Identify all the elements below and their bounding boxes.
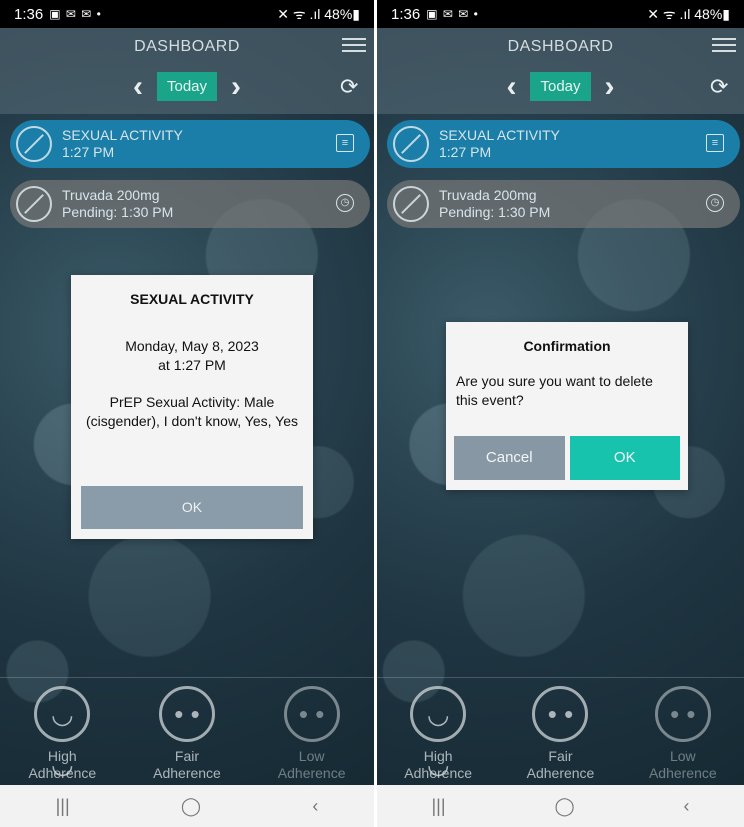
event-info-dialog: SEXUAL ACTIVITY Monday, May 8, 2023 at 1… — [71, 275, 313, 539]
event-title: Truvada 200mg — [62, 187, 160, 203]
status-indicators: ✕ ᯤ .ıl 48%▮ — [647, 5, 730, 22]
ok-button[interactable]: OK — [81, 486, 303, 529]
sad-face-icon: • • — [283, 686, 340, 742]
chevron-right-icon[interactable]: › — [225, 71, 247, 101]
event-item-truvada[interactable]: Truvada 200mg Pending: 1:30 PM ◷ — [387, 180, 740, 228]
notification-icons: ▣ ✉ ✉ • — [426, 7, 479, 21]
adherence-high[interactable]: ◡ ◡ High Adherence — [388, 686, 488, 785]
adherence-low[interactable]: • • Low Adherence — [633, 686, 733, 785]
screenshots: 1:36 ▣ ✉ ✉ • ✕ ᯤ .ıl 48%▮ DASHBOARD ‹ To… — [0, 0, 744, 827]
note-icon[interactable]: ≡ — [336, 134, 354, 152]
home-icon[interactable]: ◯ — [554, 796, 574, 817]
status-bar: 1:36 ▣ ✉ ✉ • ✕ ᯤ .ıl 48%▮ — [377, 0, 744, 28]
adherence-label: Adherence — [404, 765, 473, 781]
clock-icon[interactable]: ◷ — [706, 194, 724, 212]
adherence-label: Adherence — [28, 765, 97, 781]
today-button[interactable]: Today — [156, 72, 218, 101]
pill-icon — [16, 186, 52, 222]
prohibit-icon — [393, 126, 429, 162]
dialog-message: Are you sure you want to delete this eve… — [456, 373, 653, 408]
event-title: SEXUAL ACTIVITY — [62, 127, 183, 143]
adherence-fair[interactable]: • • Fair Adherence — [510, 686, 610, 785]
neutral-face-icon: • • — [158, 686, 215, 742]
chevron-left-icon[interactable]: ‹ — [127, 71, 149, 101]
clock-icon[interactable]: ◷ — [336, 194, 354, 212]
adherence-label: Low — [298, 748, 325, 764]
recents-icon[interactable]: ||| — [431, 796, 445, 817]
dialog-time: at 1:27 PM — [158, 357, 226, 373]
adherence-label: High — [47, 748, 77, 764]
event-title: SEXUAL ACTIVITY — [439, 127, 560, 143]
dialog-title: SEXUAL ACTIVITY — [130, 291, 254, 307]
date-nav: ‹ Today › — [0, 71, 374, 101]
page-title: DASHBOARD — [134, 38, 240, 55]
today-button[interactable]: Today — [530, 72, 591, 101]
pill-icon — [393, 186, 429, 222]
refresh-icon[interactable]: ⟳ — [710, 76, 732, 98]
recents-icon[interactable]: ||| — [56, 796, 70, 817]
status-time: 1:36 — [14, 5, 44, 23]
hamburger-menu-icon[interactable] — [342, 34, 366, 56]
back-icon[interactable]: ‹ — [684, 796, 690, 817]
adherence-label: Adherence — [526, 765, 595, 781]
chevron-left-icon[interactable]: ‹ — [500, 71, 522, 101]
adherence-footer: ◡ ◡ High Adherence • • Fair Adherence • … — [377, 677, 744, 785]
event-subtitle: Pending: 1:30 PM — [62, 204, 174, 220]
status-time: 1:36 — [391, 5, 421, 23]
adherence-high[interactable]: ◡ ◡ High Adherence — [12, 686, 112, 785]
adherence-footer: ◡ ◡ High Adherence • • Fair Adherence • … — [0, 677, 374, 785]
adherence-fair[interactable]: • • Fair Adherence — [137, 686, 237, 785]
screen-confirm: 1:36 ▣ ✉ ✉ • ✕ ᯤ .ıl 48%▮ DASHBOARD ‹ To… — [374, 0, 744, 827]
chevron-right-icon[interactable]: › — [599, 71, 621, 101]
event-subtitle: 1:27 PM — [62, 144, 115, 160]
home-icon[interactable]: ◯ — [181, 796, 201, 817]
dialog-title: Confirmation — [523, 338, 611, 354]
note-icon[interactable]: ≡ — [706, 134, 724, 152]
event-item-sexual-activity[interactable]: SEXUAL ACTIVITY 1:27 PM ≡ — [387, 120, 740, 168]
cancel-button[interactable]: Cancel — [454, 436, 565, 480]
system-nav-bar: ||| ◯ ‹ — [377, 785, 744, 827]
adherence-label: Fair — [174, 748, 200, 764]
adherence-label: Adherence — [153, 765, 221, 781]
dialog-detail: PrEP Sexual Activity: Male (cisgender), … — [85, 394, 299, 429]
ok-button[interactable]: OK — [569, 436, 680, 480]
adherence-label: Adherence — [277, 765, 346, 781]
page-title: DASHBOARD — [507, 38, 614, 55]
event-subtitle: Pending: 1:30 PM — [439, 204, 551, 220]
system-nav-bar: ||| ◯ ‹ — [0, 785, 374, 827]
sad-face-icon: • • — [654, 686, 711, 742]
screen-info: 1:36 ▣ ✉ ✉ • ✕ ᯤ .ıl 48%▮ DASHBOARD ‹ To… — [0, 0, 374, 827]
event-title: Truvada 200mg — [439, 187, 537, 203]
adherence-label: Low — [669, 748, 696, 764]
prohibit-icon — [16, 126, 52, 162]
adherence-label: Fair — [548, 748, 573, 764]
confirm-delete-dialog: Confirmation Are you sure you want to de… — [446, 322, 688, 490]
event-item-truvada[interactable]: Truvada 200mg Pending: 1:30 PM ◷ — [10, 180, 370, 228]
header: DASHBOARD ‹ Today › ⟳ — [377, 28, 744, 114]
hamburger-menu-icon[interactable] — [712, 34, 736, 56]
date-nav: ‹ Today › — [377, 71, 744, 101]
header: DASHBOARD ‹ Today › ⟳ — [0, 28, 374, 114]
smile-face-icon: ◡ ◡ — [34, 686, 91, 779]
status-bar: 1:36 ▣ ✉ ✉ • ✕ ᯤ .ıl 48%▮ — [0, 0, 374, 28]
status-indicators: ✕ ᯤ .ıl 48%▮ — [277, 5, 360, 22]
adherence-label: Adherence — [648, 765, 717, 781]
adherence-label: High — [423, 748, 453, 764]
refresh-icon[interactable]: ⟳ — [340, 76, 362, 98]
smile-face-icon: ◡ ◡ — [410, 686, 467, 779]
back-icon[interactable]: ‹ — [312, 796, 318, 817]
neutral-face-icon: • • — [532, 686, 589, 742]
event-subtitle: 1:27 PM — [439, 144, 492, 160]
adherence-low[interactable]: • • Low Adherence — [262, 686, 362, 785]
event-item-sexual-activity[interactable]: SEXUAL ACTIVITY 1:27 PM ≡ — [10, 120, 370, 168]
dialog-date: Monday, May 8, 2023 — [125, 338, 259, 354]
notification-icons: ▣ ✉ ✉ • — [49, 7, 102, 21]
